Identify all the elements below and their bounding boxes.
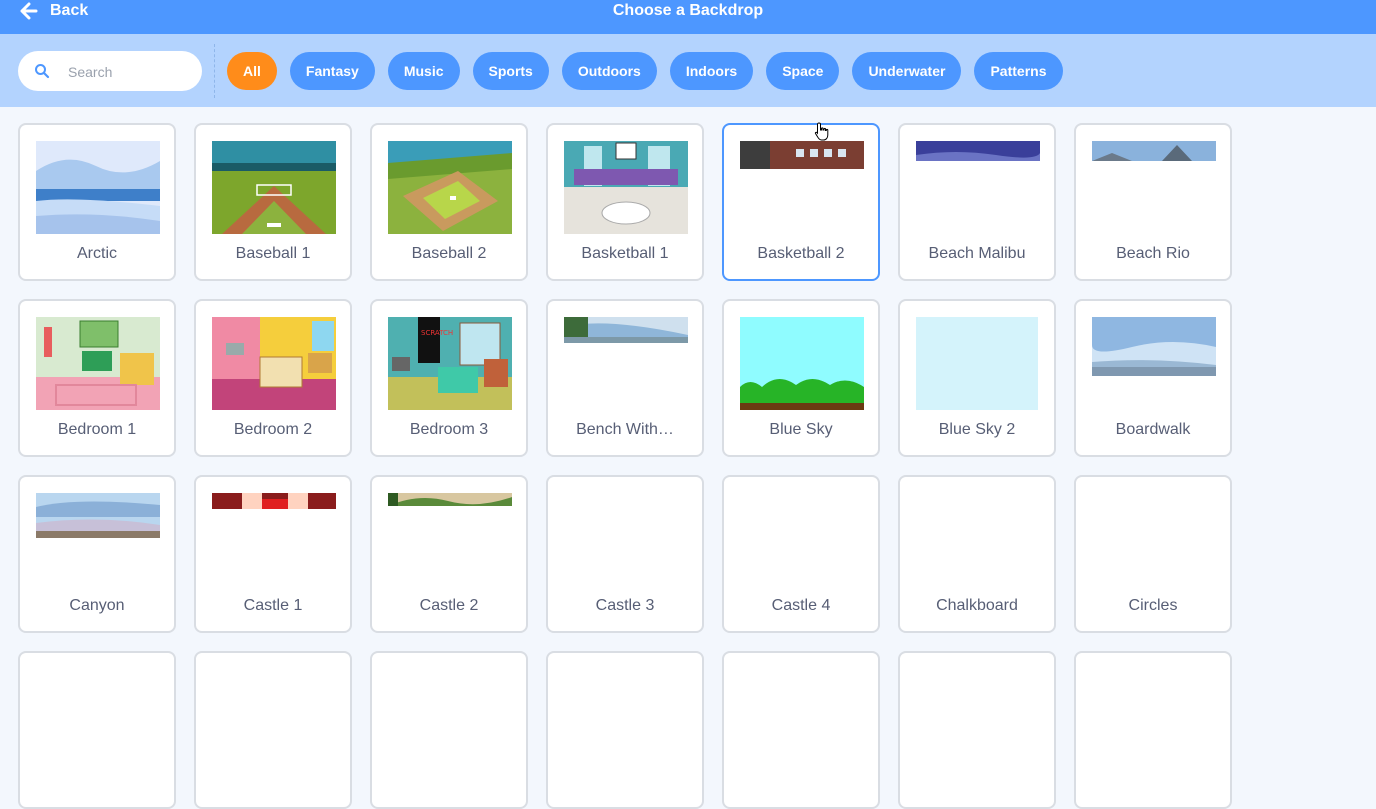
backdrop-thumbnail (1092, 141, 1216, 234)
backdrop-card-loading[interactable] (898, 651, 1056, 809)
backdrop-card[interactable]: Castle 4 (722, 475, 880, 633)
backdrop-name: Baseball 1 (235, 245, 311, 262)
backdrop-thumbnail (740, 317, 864, 410)
backdrop-card[interactable]: Basketball 1 (546, 123, 704, 281)
backdrop-thumbnail (916, 493, 1040, 586)
backdrop-card[interactable]: Canyon (18, 475, 176, 633)
backdrop-thumbnail (36, 141, 160, 234)
backdrop-thumbnail (212, 493, 336, 586)
backdrop-card[interactable]: Boardwalk (1074, 299, 1232, 457)
backdrop-card-loading[interactable] (18, 651, 176, 809)
backdrop-thumbnail (388, 141, 512, 234)
backdrop-thumbnail (740, 141, 864, 234)
backdrop-card-loading[interactable] (1074, 651, 1232, 809)
backdrop-thumbnail (1092, 493, 1216, 586)
backdrop-card[interactable]: Blue Sky 2 (898, 299, 1056, 457)
backdrop-thumbnail (212, 317, 336, 410)
backdrop-card[interactable]: Castle 1 (194, 475, 352, 633)
backdrop-card[interactable]: Bedroom 1 (18, 299, 176, 457)
backdrop-thumbnail (740, 493, 864, 586)
backdrop-thumbnail (1092, 317, 1216, 410)
backdrop-name: Bedroom 1 (57, 421, 137, 438)
backdrop-name: Beach Malibu (928, 245, 1026, 262)
backdrop-name: Circles (1128, 597, 1178, 614)
svg-text:SCRATCH: SCRATCH (421, 329, 453, 337)
backdrop-card[interactable]: Blue Sky (722, 299, 880, 457)
backdrop-card[interactable]: Basketball 2 (722, 123, 880, 281)
backdrop-card-loading[interactable] (546, 651, 704, 809)
backdrop-thumbnail (564, 141, 688, 234)
filter-bar: All Fantasy Music Sports Outdoors Indoors Spac… (0, 34, 1376, 107)
backdrop-card[interactable]: Castle 3 (546, 475, 704, 633)
backdrop-card[interactable]: SCRATCH Bedroom 3 (370, 299, 528, 457)
tag-fantasy[interactable]: Fantasy (289, 52, 375, 90)
backdrop-name: Bedroom 2 (233, 421, 313, 438)
backdrop-thumbnail (36, 493, 160, 586)
backdrop-thumbnail (36, 317, 160, 410)
backdrop-card[interactable]: Bench With… (546, 299, 704, 457)
tag-space[interactable]: Space (766, 52, 840, 90)
tag-outdoors[interactable]: Outdoors (561, 52, 657, 90)
backdrop-card[interactable]: Bedroom 2 (194, 299, 352, 457)
backdrop-card[interactable]: Chalkboard (898, 475, 1056, 633)
backdrop-name: Canyon (69, 597, 125, 614)
backdrop-name: Basketball 1 (581, 245, 669, 262)
backdrop-name: Bedroom 3 (409, 421, 489, 438)
backdrop-name: Arctic (77, 245, 117, 262)
backdrop-card[interactable]: Arctic (18, 123, 176, 281)
tag-all[interactable]: All (227, 52, 277, 90)
backdrop-name: Boardwalk (1115, 421, 1191, 438)
tag-list: All Fantasy Music Sports Outdoors Indoors Spac… (227, 52, 1063, 90)
hand-cursor-icon (814, 122, 830, 147)
backdrop-name: Castle 4 (771, 597, 831, 614)
backdrop-thumbnail (564, 317, 688, 410)
tag-sports[interactable]: Sports (472, 52, 549, 90)
search-box[interactable] (18, 51, 202, 91)
backdrop-name: Blue Sky (769, 421, 833, 438)
backdrop-card[interactable]: Beach Rio (1074, 123, 1232, 281)
backdrop-thumbnail (916, 317, 1040, 410)
search-icon (34, 63, 50, 84)
modal-header: Back Choose a Backdrop (0, 0, 1376, 34)
search-input[interactable] (66, 59, 190, 85)
page-title: Choose a Backdrop (612, 2, 764, 19)
backdrop-card-loading[interactable] (370, 651, 528, 809)
backdrop-name: Bench With… (576, 421, 674, 438)
tag-music[interactable]: Music (387, 52, 460, 90)
backdrop-name: Blue Sky 2 (938, 421, 1016, 438)
backdrop-name: Castle 3 (595, 597, 655, 614)
filter-divider (214, 44, 215, 98)
backdrop-card-loading[interactable] (194, 651, 352, 809)
backdrop-name: Chalkboard (936, 597, 1018, 614)
backdrop-name: Beach Rio (1116, 245, 1190, 262)
backdrop-thumbnail (388, 493, 512, 586)
tag-patterns[interactable]: Patterns (974, 52, 1063, 90)
backdrop-thumbnail (564, 493, 688, 586)
backdrop-name: Castle 1 (243, 597, 303, 614)
backdrop-thumbnail (212, 141, 336, 234)
backdrop-thumbnail: SCRATCH (388, 317, 512, 410)
backdrop-card[interactable]: Baseball 1 (194, 123, 352, 281)
backdrop-name: Castle 2 (419, 597, 479, 614)
tag-indoors[interactable]: Indoors (669, 52, 754, 90)
backdrop-card[interactable]: Baseball 2 (370, 123, 528, 281)
backdrop-card[interactable]: Castle 2 (370, 475, 528, 633)
backdrop-name: Baseball 2 (411, 245, 487, 262)
backdrop-card-loading[interactable] (722, 651, 880, 809)
backdrop-card[interactable]: Circles (1074, 475, 1232, 633)
tag-underwater[interactable]: Underwater (852, 52, 962, 90)
backdrop-thumbnail (916, 141, 1040, 234)
backdrop-card[interactable]: Beach Malibu (898, 123, 1056, 281)
backdrop-name: Basketball 2 (757, 245, 845, 262)
